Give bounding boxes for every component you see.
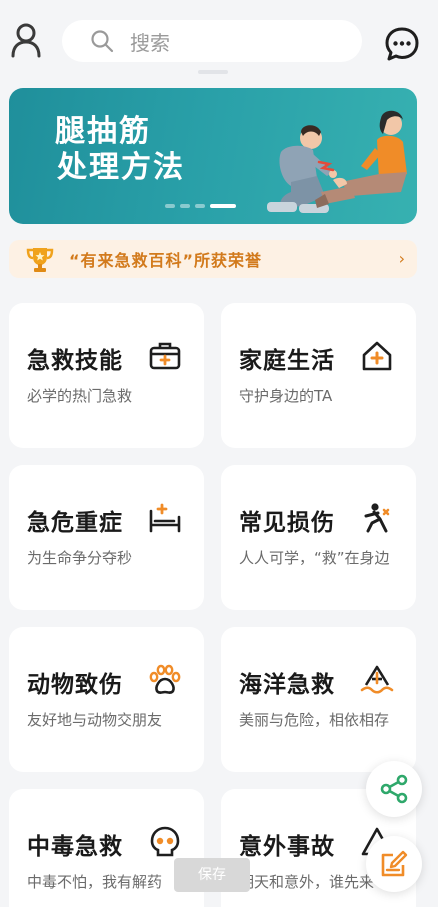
banner-title-line1: 腿抽筋 <box>55 114 151 149</box>
category-card-ocean-rescue[interactable]: 海洋急救 美丽与危险，相依相存 <box>221 627 416 772</box>
banner-carousel[interactable]: 腿抽筋 处理方法 <box>9 88 417 224</box>
card-subtitle: 守护身边的TA <box>239 387 333 405</box>
share-button[interactable] <box>366 761 422 817</box>
honor-banner[interactable]: “有来急救百科”所获荣誉 › <box>9 240 417 278</box>
card-subtitle: 必学的热门急救 <box>27 387 133 405</box>
banner-illustration <box>267 110 407 213</box>
carousel-dot[interactable] <box>195 204 205 208</box>
card-title: 常见损伤 <box>239 510 335 536</box>
first-aid-kit-icon <box>149 342 181 370</box>
banner-title-line2: 处理方法 <box>57 150 185 185</box>
card-title: 意外事故 <box>239 834 335 860</box>
category-card-animal-injuries[interactable]: 动物致伤 友好地与动物交朋友 <box>9 627 204 772</box>
card-title: 动物致伤 <box>27 672 123 698</box>
card-title: 急救技能 <box>27 348 123 374</box>
injured-person-icon <box>364 503 390 533</box>
card-subtitle: 友好地与动物交朋友 <box>27 711 163 729</box>
user-profile-icon[interactable] <box>10 22 42 58</box>
house-plus-icon <box>362 341 392 371</box>
banner-title: 腿抽筋 处理方法 <box>55 114 185 186</box>
card-title: 家庭生活 <box>239 348 335 374</box>
hospital-bed-icon <box>149 503 181 533</box>
category-card-critical-illness[interactable]: 急危重症 为生命争分夺秒 <box>9 465 204 610</box>
top-bar: 搜索 <box>0 0 438 80</box>
paw-icon <box>149 664 181 694</box>
card-subtitle: 美丽与危险，相依相存 <box>239 711 390 729</box>
category-card-family-life[interactable]: 家庭生活 守护身边的TA <box>221 303 416 448</box>
category-card-common-injuries[interactable]: 常见损伤 人人可学，“救”在身边 <box>221 465 416 610</box>
search-placeholder: 搜索 <box>130 30 170 55</box>
pull-indicator <box>198 70 228 74</box>
card-subtitle: 中毒不怕，我有解药 <box>27 873 163 891</box>
skull-icon <box>150 826 180 857</box>
carousel-indicator <box>165 204 236 208</box>
chevron-right-icon: › <box>398 249 405 268</box>
honor-text: “有来急救百科”所获荣誉 <box>69 251 263 270</box>
search-icon <box>91 30 114 53</box>
card-title: 海洋急救 <box>239 672 335 698</box>
card-title: 中毒急救 <box>27 834 123 860</box>
edit-note-icon <box>381 850 408 877</box>
carousel-dot-active[interactable] <box>210 204 236 208</box>
trophy-icon <box>26 248 54 272</box>
category-card-first-aid-skills[interactable]: 急救技能 必学的热门急救 <box>9 303 204 448</box>
save-button[interactable]: 保存 <box>174 858 250 892</box>
card-subtitle: 人人可学，“救”在身边 <box>239 549 390 567</box>
card-subtitle: 为生命争分夺秒 <box>27 549 133 567</box>
feedback-button[interactable] <box>366 836 422 892</box>
message-icon[interactable] <box>384 26 420 62</box>
ocean-rescue-icon <box>360 665 394 694</box>
search-bar[interactable]: 搜索 <box>62 20 362 62</box>
card-title: 急危重症 <box>27 510 123 536</box>
carousel-dot[interactable] <box>165 204 175 208</box>
carousel-dot[interactable] <box>180 204 190 208</box>
share-icon <box>380 774 408 804</box>
